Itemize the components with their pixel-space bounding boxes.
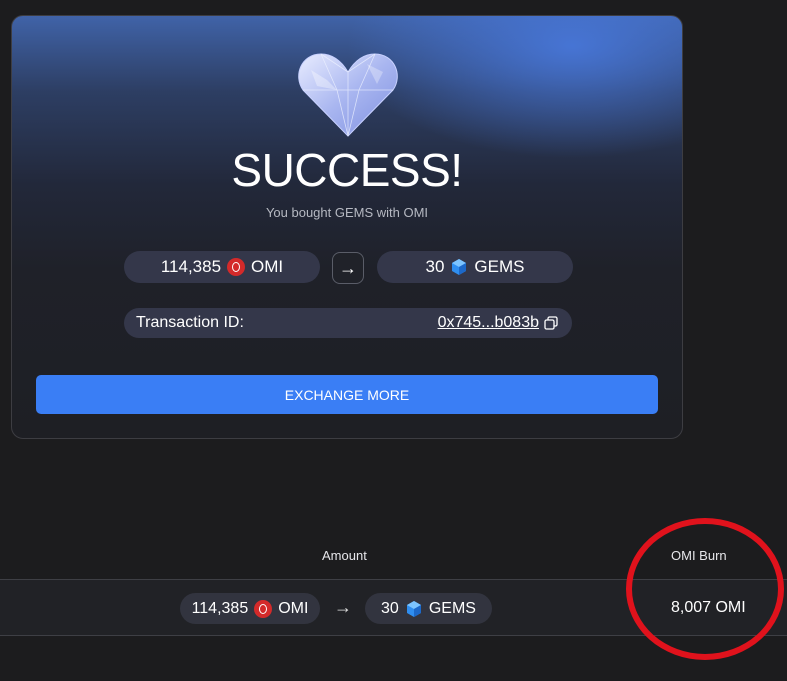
transaction-row: Transaction ID: 0x745...b083b <box>124 308 572 338</box>
arrow-right-icon: → <box>334 597 352 617</box>
success-card: SUCCESS! You bought GEMS with OMI 114,38… <box>11 15 683 439</box>
gem-icon <box>452 259 467 275</box>
to-amount-pill: 30 GEMS <box>377 251 573 283</box>
row-from-amount: 114,385 <box>191 599 249 617</box>
gem-heart-icon <box>298 53 398 137</box>
from-amount-pill: 114,385 OMI <box>124 251 320 283</box>
column-header-amount: Amount <box>322 548 367 563</box>
row-to-currency: GEMS <box>428 599 476 617</box>
success-subtitle: You bought GEMS with OMI <box>265 205 429 220</box>
omi-coin-icon <box>254 599 273 618</box>
from-currency: OMI <box>251 257 284 276</box>
transaction-id-link[interactable]: 0x745...b083b <box>438 314 539 332</box>
omi-coin-icon <box>227 258 246 276</box>
row-from-pill: 114,385 OMI <box>180 593 320 624</box>
transaction-label: Transaction ID: <box>136 314 244 331</box>
copy-icon[interactable] <box>544 316 558 330</box>
row-to-pill: 30 GEMS <box>365 593 492 624</box>
exchange-more-button[interactable]: EXCHANGE MORE <box>36 375 658 414</box>
to-currency: GEMS <box>474 257 525 276</box>
success-title: SUCCESS! <box>231 144 463 196</box>
row-from-currency: OMI <box>278 599 309 617</box>
transaction-id-group: 0x745...b083b <box>438 314 558 332</box>
to-amount: 30 <box>425 257 445 276</box>
column-header-omi-burn: OMI Burn <box>671 548 727 563</box>
omi-burn-value: 8,007 OMI <box>671 599 746 616</box>
arrow-right-icon: → <box>332 252 364 284</box>
from-amount: 114,385 <box>160 257 222 276</box>
gem-icon <box>406 600 421 617</box>
row-to-amount: 30 <box>381 599 399 617</box>
table-row: 114,385 OMI → 30 GEMS 8,007 OMI <box>0 579 787 636</box>
